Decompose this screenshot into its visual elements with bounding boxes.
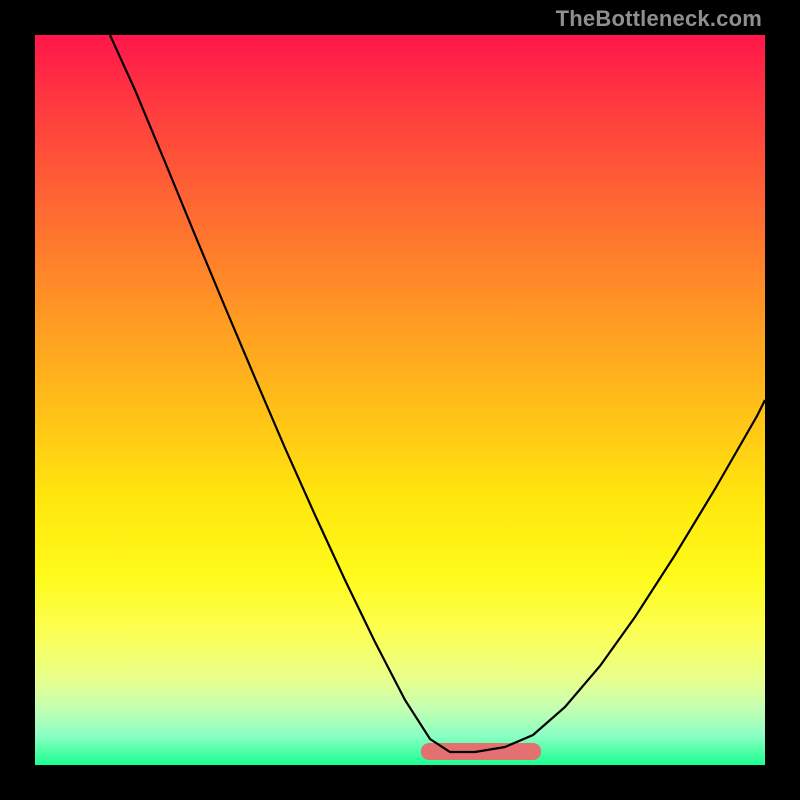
watermark-text: TheBottleneck.com <box>556 6 762 32</box>
curve-svg <box>35 35 765 765</box>
chart-frame: TheBottleneck.com <box>0 0 800 800</box>
plot-area <box>35 35 765 765</box>
bottleneck-curve <box>110 35 765 752</box>
